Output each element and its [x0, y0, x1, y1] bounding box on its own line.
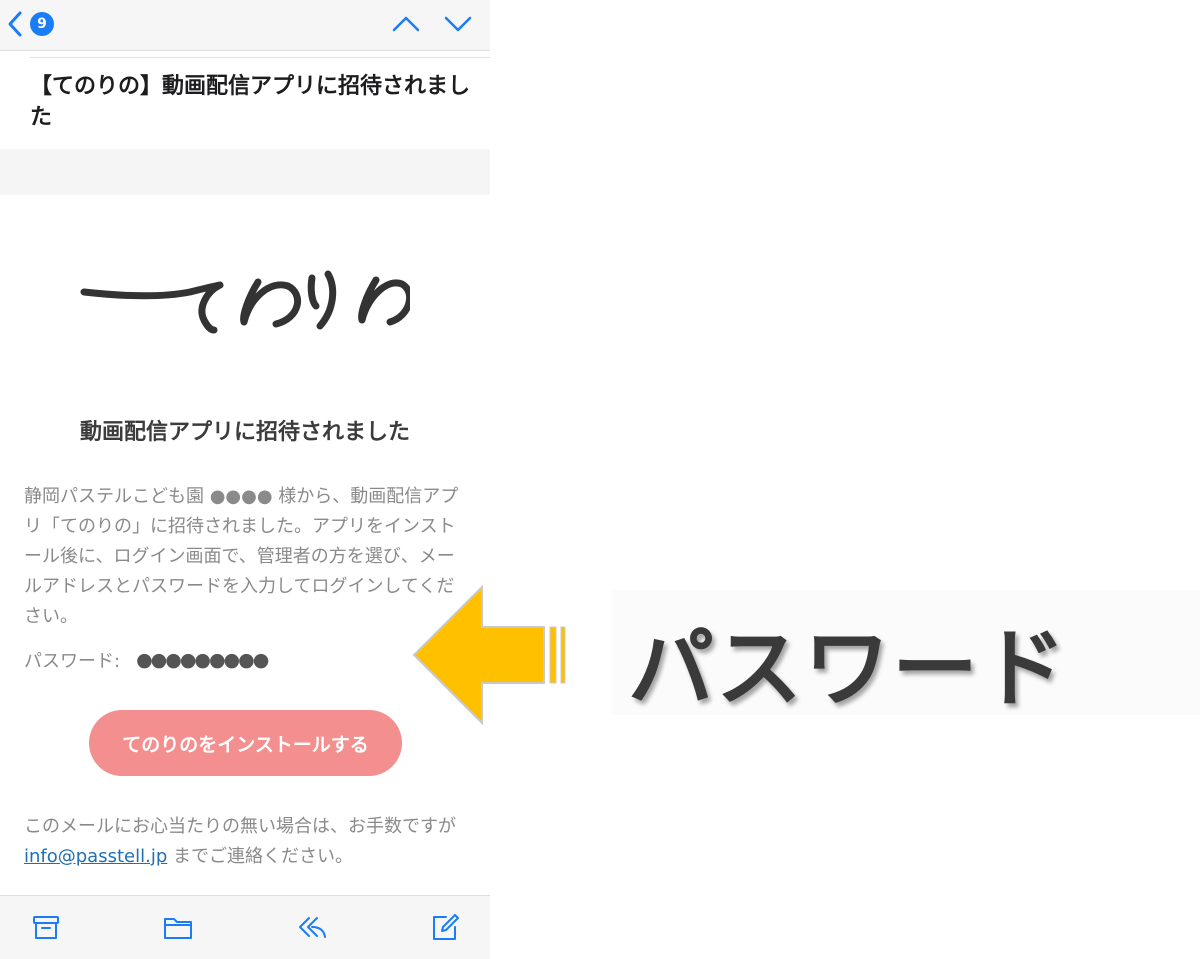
email-body-text: 静岡パステルこども園 ●●●● 様から、動画配信アプリ「てのりの」に招待されまし…: [24, 486, 459, 627]
password-value: ●●●●●●●●●: [136, 649, 269, 671]
reply-icon[interactable]: [297, 912, 327, 942]
compose-icon[interactable]: [430, 912, 460, 942]
install-app-button[interactable]: てのりのをインストールする: [89, 710, 402, 776]
annotation-label: パスワード: [628, 619, 1068, 719]
footer-text-after: までご連絡ください。: [167, 846, 353, 867]
pointer-arrow-icon: [412, 585, 566, 725]
header-divider-band: [0, 149, 490, 195]
support-email-link[interactable]: info@passtell.jp: [24, 846, 167, 867]
subject-area: 【てのりの】動画配信アプリに招待されました: [0, 51, 490, 149]
password-row: パスワード: ●●●●●●●●●: [24, 647, 470, 673]
chevron-down-icon[interactable]: [442, 10, 474, 38]
password-label: パスワード:: [24, 651, 121, 672]
email-heading: 動画配信アプリに招待されました: [79, 420, 410, 445]
mail-screen: 9 【てのりの】動画配信アプリに招待されました 動画配信アプリに招待されました …: [0, 0, 490, 959]
email-footer-text: このメールにお心当たりの無い場合は、お手数ですが info@passtell.j…: [24, 812, 474, 872]
email-subject: 【てのりの】動画配信アプリに招待されました: [30, 74, 471, 130]
unread-count-badge: 9: [30, 12, 54, 36]
footer-text-before: このメールにお心当たりの無い場合は、お手数ですが: [24, 816, 456, 837]
tenorino-logo: [80, 270, 410, 334]
chevron-up-icon[interactable]: [390, 10, 422, 38]
archive-icon[interactable]: [31, 912, 61, 942]
folder-icon[interactable]: [163, 912, 193, 942]
back-button[interactable]: 9: [6, 8, 70, 40]
divider: [30, 57, 490, 58]
bottom-toolbar: [0, 895, 490, 959]
nav-bar: 9: [0, 0, 490, 51]
chevron-left-icon: [8, 11, 22, 37]
